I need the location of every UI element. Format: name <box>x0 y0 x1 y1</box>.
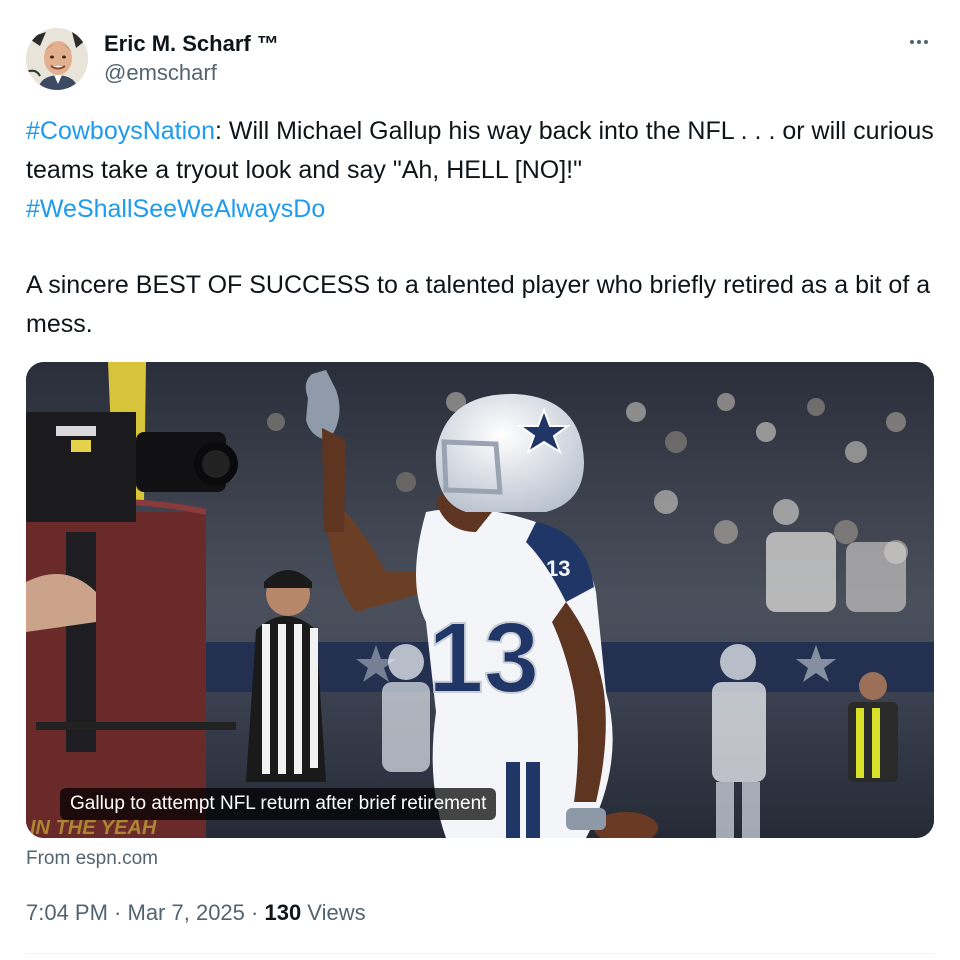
tweet-header: Eric M. Scharf ™ @emscharf <box>26 26 934 92</box>
more-horizontal-icon <box>910 40 914 44</box>
tweet-text: #CowboysNation: Will Michael Gallup his … <box>26 112 936 344</box>
link-card-image[interactable]: 13 13 IN THE YEAH Gallup to attempt NFL … <box>26 362 934 838</box>
sleeve-number: 13 <box>546 556 570 581</box>
jersey-number: 13 <box>428 602 539 714</box>
views-label: Views <box>301 900 366 925</box>
hashtag-cowboys-nation[interactable]: #CowboysNation <box>26 117 215 145</box>
display-name[interactable]: Eric M. Scharf ™ <box>104 30 279 58</box>
meta-separator: · <box>244 900 265 925</box>
divider <box>26 953 934 954</box>
tweet-paragraph-1: #CowboysNation: Will Michael Gallup his … <box>26 112 936 229</box>
more-options-button[interactable] <box>904 30 934 54</box>
author-handle[interactable]: @emscharf <box>104 58 279 88</box>
tweet-meta: 7:04 PM · Mar 7, 2025 · 130 Views <box>26 898 366 928</box>
link-card-caption: Gallup to attempt NFL return after brief… <box>60 788 497 820</box>
link-source[interactable]: From espn.com <box>26 846 158 872</box>
hashtag-we-shall-see[interactable]: #WeShallSeeWeAlwaysDo <box>26 195 325 223</box>
meta-separator: · <box>107 900 128 925</box>
views-count: 130 <box>264 900 302 925</box>
tweet-date[interactable]: Mar 7, 2025 <box>128 900 245 925</box>
svg-text:IN THE YEAH: IN THE YEAH <box>30 817 157 838</box>
tweet-paragraph-2: A sincere BEST OF SUCCESS to a talented … <box>26 271 931 338</box>
avatar[interactable] <box>26 28 88 90</box>
author-names: Eric M. Scharf ™ @emscharf <box>104 30 279 88</box>
tweet-time[interactable]: 7:04 PM <box>26 900 108 925</box>
